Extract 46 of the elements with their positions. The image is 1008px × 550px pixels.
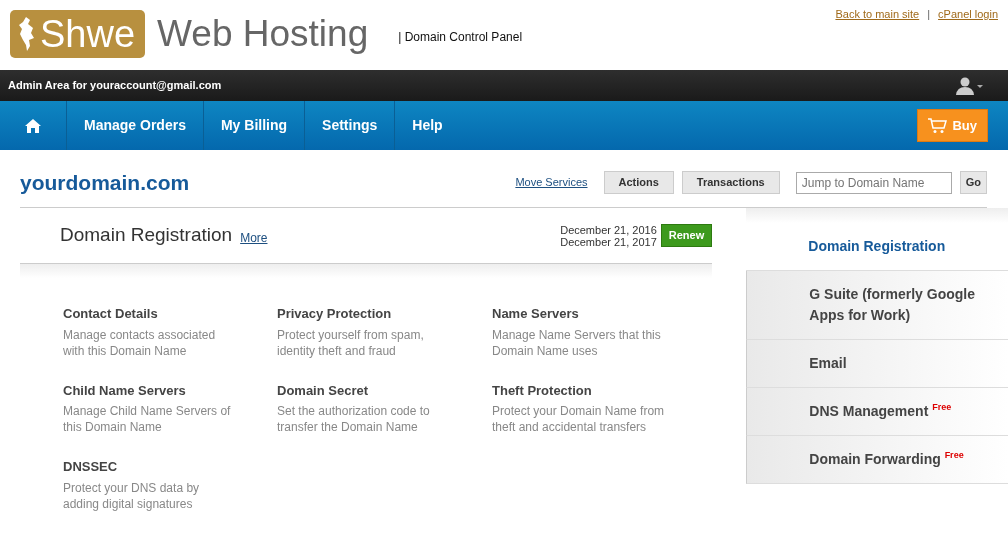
action-button[interactable]: Actions: [603, 171, 674, 194]
date-text: December 21, 2017: [560, 235, 657, 248]
feature-title[interactable]: Child Name Servers: [63, 380, 277, 400]
header-link[interactable]: Back to main site: [835, 6, 920, 23]
feature-description: Manage Name Servers that this Domain Name uses: [492, 326, 662, 359]
action-button[interactable]: Transactions: [681, 171, 780, 194]
feature-description: Protect your Domain Name from theft and accidental transfers: [492, 403, 666, 435]
nav-item[interactable]: My Billing: [203, 101, 306, 150]
go-button[interactable]: Go: [959, 171, 987, 194]
feature-description: Protect yourself from spam, identity theft and fraud: [277, 326, 425, 359]
free-tag: Free: [944, 450, 964, 461]
renew-button[interactable]: Renew: [660, 224, 713, 247]
nav-item[interactable]: Help: [395, 101, 460, 150]
feature-description: Protect your DNS data by adding digital signatures: [63, 479, 201, 512]
cart-icon: [928, 117, 949, 134]
nav-item[interactable]: Manage Orders: [67, 101, 204, 150]
sidebar-item[interactable]: Domain Forwarding $^{Free}$: [746, 436, 1008, 484]
home-icon[interactable]: [24, 117, 42, 134]
sidebar-item[interactable]: DNS Management $^{Free}$: [746, 388, 1008, 436]
jump-field[interactable]: Jump to Domain Name: [795, 171, 952, 194]
feature-title[interactable]: Theft Protection: [492, 380, 692, 400]
header-link[interactable]: cPanel login: [938, 6, 998, 23]
feature-description: Manage Child Name Servers of this Domain Name: [63, 403, 232, 435]
feature-description: Manage contacts associated with this Domain Name: [63, 326, 217, 359]
section-title: Domain Registration: [60, 223, 233, 248]
sidebar-item[interactable]: G Suite (formerly Google Apps for Work): [746, 271, 1008, 340]
user-menu-icon[interactable]: [956, 76, 984, 95]
feature-description: Set the authorization code to transfer the Domain Name: [277, 403, 431, 435]
move-services-link[interactable]: Move Services: [515, 174, 588, 191]
admin-label: Admin Area for youraccount@gmail.com: [8, 78, 222, 94]
logo-text: Shwe: [40, 12, 136, 57]
separator: |: [927, 7, 931, 22]
map-silhouette-icon: [18, 16, 36, 52]
nav-item[interactable]: Settings: [305, 101, 396, 150]
date-text: December 21, 2016: [560, 223, 657, 236]
feature-title[interactable]: DNSSEC: [63, 457, 277, 477]
more-link[interactable]: More: [240, 228, 268, 247]
domain-name: yourdomain.com: [20, 169, 190, 196]
tagline: | Domain Control Panel: [398, 29, 523, 46]
logo-text: Web Hosting: [157, 12, 369, 56]
feature-title[interactable]: Domain Secret: [277, 380, 492, 400]
sidebar-item[interactable]: Email: [746, 340, 1008, 388]
feature-title[interactable]: Privacy Protection: [277, 304, 492, 324]
feature-title[interactable]: Contact Details: [63, 304, 277, 324]
feature-title[interactable]: Name Servers: [492, 304, 692, 324]
free-tag: Free: [932, 402, 952, 413]
